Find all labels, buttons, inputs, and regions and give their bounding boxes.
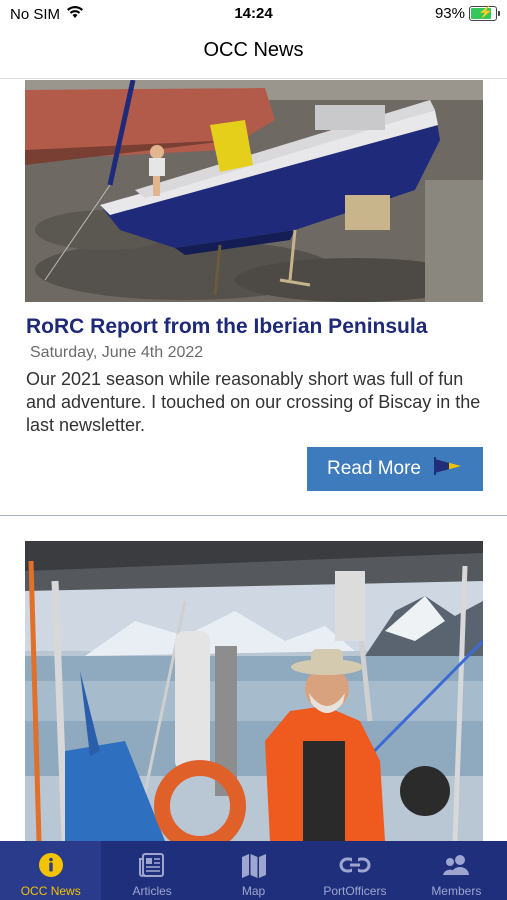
read-more-button[interactable]: Read More [307,447,483,491]
read-more-label: Read More [327,458,421,479]
article-card[interactable] [0,541,507,841]
article-image-antarctic-sailor[interactable] [25,541,483,841]
info-icon [37,850,65,880]
tab-label: Map [241,884,266,898]
tab-portofficers[interactable]: PortOfficers [304,841,405,900]
newspaper-icon [137,850,167,880]
battery-tip [498,11,500,16]
tab-bar: OCC News Articles Map PortOfficers Membe… [0,841,507,900]
map-icon [239,850,269,880]
card-divider [0,515,507,516]
tab-members[interactable]: Members [406,841,507,900]
navigation-bar: OCC News [0,28,507,79]
page-title: OCC News [203,39,304,61]
people-icon [440,850,472,880]
article-title[interactable]: RoRC Report from the Iberian Peninsula [26,315,427,339]
battery-icon: ⚡ [469,5,500,21]
occ-burgee-flag-icon [433,457,463,481]
link-icon [339,850,371,880]
article-card[interactable]: RoRC Report from the Iberian Peninsula S… [0,79,507,516]
battery-status: 93% ⚡ [434,5,500,22]
tab-map[interactable]: Map [203,841,304,900]
tab-label: OCC News [20,884,81,898]
clock: 14:24 [234,5,273,22]
tab-label: Members [431,884,482,898]
status-bar: No SIM 14:24 93% ⚡ [0,0,507,28]
battery-percent: 93% [434,5,465,22]
news-feed[interactable]: RoRC Report from the Iberian Peninsula S… [0,79,507,841]
article-image-sailboat[interactable] [25,80,483,302]
article-date: Saturday, June 4th 2022 [30,344,204,361]
tab-articles[interactable]: Articles [101,841,202,900]
tab-label: PortOfficers [323,884,387,898]
charging-bolt-icon: ⚡ [478,5,493,19]
tab-occ-news[interactable]: OCC News [0,841,102,900]
article-excerpt: Our 2021 season while reasonably short w… [26,369,481,435]
tab-label: Articles [132,884,172,898]
